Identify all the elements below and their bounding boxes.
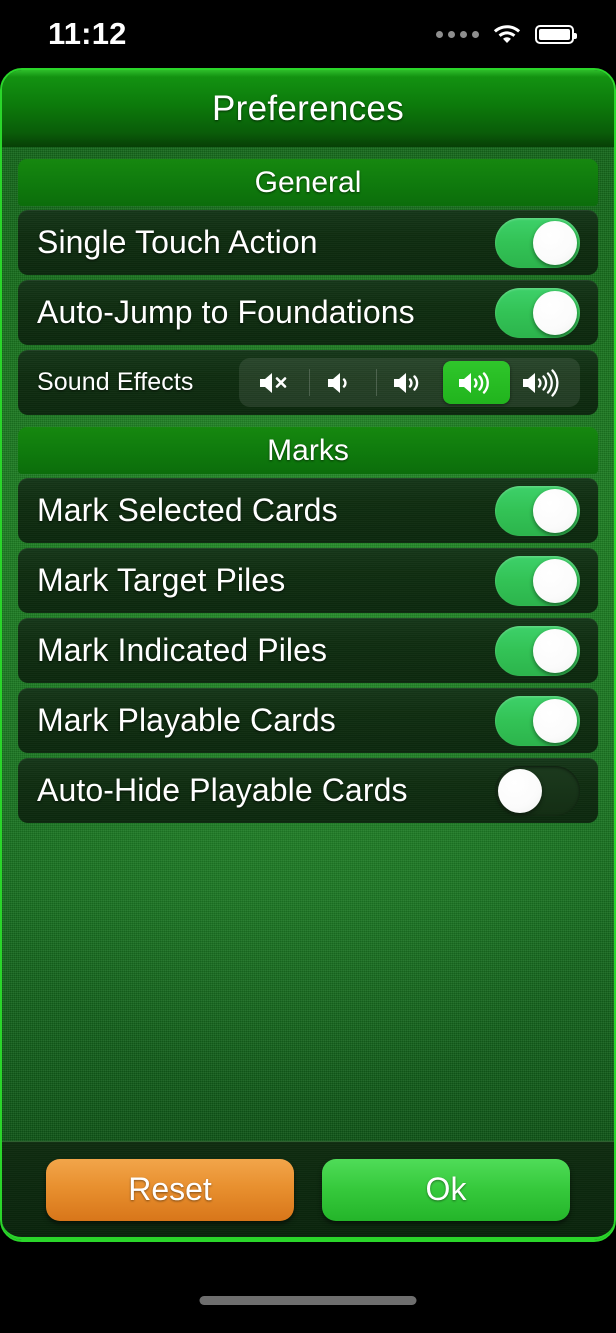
- section-header-general: General: [18, 159, 598, 206]
- toggle-knob: [533, 488, 577, 533]
- toggle-mark-target-piles[interactable]: [495, 555, 580, 606]
- row-mark-selected-cards[interactable]: Mark Selected Cards: [18, 478, 598, 543]
- segment-speaker-mute[interactable]: [242, 361, 309, 404]
- toggle-mark-selected-cards[interactable]: [495, 485, 580, 536]
- toggle-single-touch-action[interactable]: [495, 217, 580, 268]
- section-marks: Marks Mark Selected Cards Mark Target Pi…: [18, 427, 598, 823]
- row-label: Mark Target Piles: [37, 562, 286, 598]
- segment-speaker-wave-4[interactable]: [510, 361, 577, 404]
- row-label: Auto-Hide Playable Cards: [37, 772, 408, 808]
- section-header-marks: Marks: [18, 427, 598, 474]
- row-label: Mark Indicated Piles: [37, 632, 328, 668]
- row-auto-jump-to-foundations[interactable]: Auto-Jump to Foundations: [18, 280, 598, 345]
- row-sound-effects[interactable]: Sound Effects: [18, 350, 598, 415]
- status-bar-indicators: [436, 21, 577, 48]
- toggle-knob: [533, 698, 577, 743]
- toggle-knob: [533, 290, 577, 335]
- app-window: Preferences General Single Touch Action …: [0, 68, 616, 1242]
- phone-screen: 11:12 Preferences General Single Touch A…: [0, 0, 616, 1333]
- segmented-control-sound-effects[interactable]: [239, 358, 580, 407]
- row-label: Mark Selected Cards: [37, 492, 338, 528]
- segment-speaker-wave-2[interactable]: [376, 361, 443, 404]
- page-title: Preferences: [211, 88, 404, 128]
- title-bar: Preferences: [2, 70, 614, 147]
- status-bar-clock: 11:12: [48, 16, 127, 51]
- status-bar: 11:12: [0, 0, 616, 68]
- reset-button[interactable]: Reset: [46, 1158, 294, 1221]
- toggle-knob: [533, 220, 577, 265]
- segment-speaker-wave-1[interactable]: [309, 361, 376, 404]
- segment-speaker-wave-3[interactable]: [443, 361, 510, 404]
- row-single-touch-action[interactable]: Single Touch Action: [18, 210, 598, 275]
- preferences-list[interactable]: General Single Touch Action Auto-Jump to…: [2, 147, 614, 1141]
- row-label: Auto-Jump to Foundations: [37, 294, 415, 330]
- row-label: Sound Effects: [37, 368, 194, 396]
- battery-full-icon: [535, 24, 577, 44]
- row-mark-playable-cards[interactable]: Mark Playable Cards: [18, 688, 598, 753]
- toggle-mark-playable-cards[interactable]: [495, 695, 580, 746]
- toggle-knob: [533, 628, 577, 673]
- ok-button[interactable]: Ok: [322, 1158, 570, 1221]
- row-label: Mark Playable Cards: [37, 702, 336, 738]
- cellular-dots-icon: [436, 30, 479, 38]
- toggle-auto-hide-playable-cards[interactable]: [495, 765, 580, 816]
- row-mark-target-piles[interactable]: Mark Target Piles: [18, 548, 598, 613]
- home-indicator[interactable]: [199, 1296, 417, 1305]
- row-auto-hide-playable-cards[interactable]: Auto-Hide Playable Cards: [18, 758, 598, 823]
- toggle-auto-jump-to-foundations[interactable]: [495, 287, 580, 338]
- footer-bar: Reset Ok: [2, 1141, 614, 1240]
- section-general: General Single Touch Action Auto-Jump to…: [18, 159, 598, 415]
- row-label: Single Touch Action: [37, 224, 318, 260]
- toggle-knob: [533, 558, 577, 603]
- toggle-knob: [498, 768, 542, 813]
- wifi-icon: [492, 21, 522, 48]
- row-mark-indicated-piles[interactable]: Mark Indicated Piles: [18, 618, 598, 683]
- toggle-mark-indicated-piles[interactable]: [495, 625, 580, 676]
